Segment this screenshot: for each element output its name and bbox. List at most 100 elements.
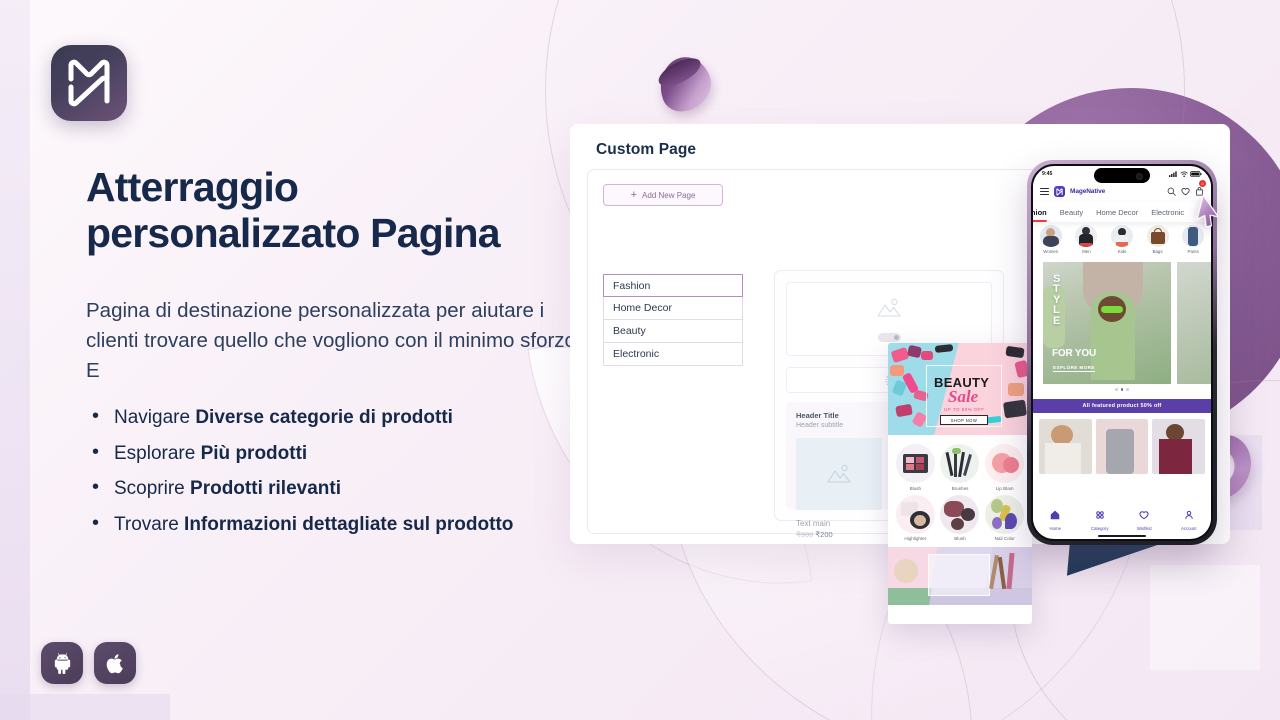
android-icon [54,652,70,674]
product-card[interactable] [1152,419,1206,474]
hero-for-you: FOR YOU [1052,348,1096,359]
hero-banner[interactable]: STYLE FOR YOU EXPLORE MORE [1043,262,1171,384]
category-item-fashion[interactable]: Fashion [603,274,743,297]
bullet-plain: Navigare [114,407,196,428]
nav-label: Account [1180,526,1197,531]
apple-icon [106,653,123,673]
bullet-plain: Trovare [114,513,185,535]
list-item[interactable]: Blush [939,494,982,541]
bullet-plain: Esplorare [114,442,201,464]
plus-icon: + [630,188,638,201]
admin-page-title: Custom Page [596,141,697,158]
phone-mockup: 9:45 MageNative 0 Women Men Kids Bags Pa… [1027,160,1217,545]
android-badge[interactable] [41,642,83,684]
page-title: Atterraggio personalizzato Pagina [86,164,646,257]
dot-active[interactable] [1120,388,1124,391]
beauty-footer-banner[interactable] [888,547,1032,605]
list-item: Navigare Diverse categorie di prodotti [88,406,648,428]
product-card[interactable] [1095,419,1149,474]
promo-strip[interactable]: All featured product 50% off [1033,399,1211,413]
bottom-nav-account[interactable]: Account [1167,507,1212,535]
category-label: Blush [909,485,922,491]
bottom-nav-wishlist[interactable]: Wishlist [1122,507,1167,535]
product-row [1039,419,1206,474]
beauty-sale-banner[interactable]: BEAUTY Sale UP TO 50% OFF SHOP NOW [888,343,1032,435]
category-label: Bags [1152,249,1163,254]
product-card[interactable] [1039,419,1092,474]
apple-badge[interactable] [94,642,136,684]
list-item: Scoprire Prodotti rilevanti [88,477,648,499]
app-logo-icon [1054,186,1065,197]
hero-vertical-text: STYLE [1053,273,1061,327]
bottom-nav-category[interactable]: Category [1078,507,1123,535]
bullet-bold: Più prodotti [200,442,308,464]
grid-icon [1095,511,1104,519]
heart-icon[interactable] [1181,187,1190,196]
heart-icon [1139,511,1149,520]
list-item[interactable]: Women [1036,225,1066,260]
list-item[interactable]: Blush [894,444,937,491]
feature-bullet-list: Navigare Diverse categorie di prodotti E… [88,406,648,550]
shop-now-button[interactable]: SHOP NOW [940,415,988,425]
category-label: Pants [1187,249,1199,254]
dome-3d-shape [652,48,718,120]
category-item-beauty[interactable]: Beauty [603,320,743,343]
app-name: MageNative [1070,188,1106,195]
category-list: Fashion Home Decor Beauty Electronic [603,274,743,366]
phone-screen: 9:45 MageNative 0 Women Men Kids Bags Pa… [1031,164,1213,541]
category-label: Kids [1117,249,1127,254]
product-thumb [895,444,935,483]
category-item-home-decor[interactable]: Home Decor [603,297,743,320]
avatar [1039,225,1062,247]
list-item[interactable]: Brushes [939,444,982,491]
tab-beauty[interactable]: Beauty [1060,208,1083,217]
product-tile[interactable] [796,438,882,510]
list-item[interactable]: Nail Color [983,494,1026,541]
product-thumb [985,444,1025,483]
avatar [1110,225,1133,247]
nav-label: Home [1049,526,1061,531]
hero-banner-next[interactable] [1177,262,1211,384]
list-item[interactable]: Lip Blam [983,444,1026,491]
cart-count-badge: 0 [1199,179,1206,187]
category-tabbar: Fashion Beauty Home Decor Electronic [1033,202,1211,222]
nav-label: Wishlist [1136,526,1152,531]
category-label: Blush [954,536,966,541]
tab-fashion[interactable]: Fashion [1033,208,1047,222]
search-icon[interactable] [1167,187,1176,196]
magenative-logo [51,45,127,121]
category-avatars-strip: Women Men Kids Bags Pants [1033,222,1211,260]
carousel-dots[interactable] [1033,388,1211,391]
beauty-preview-panel: BEAUTY Sale UP TO 50% OFF SHOP NOW Blush [888,343,1032,624]
avatar [1146,225,1169,247]
price-old: ₹300 [796,530,814,539]
status-icons [1168,170,1202,177]
headline-line-1: Atterraggio [86,164,299,210]
category-item-electronic[interactable]: Electronic [603,343,743,366]
tab-home-decor[interactable]: Home Decor [1096,208,1138,217]
category-label: Brushes [951,485,969,491]
dot[interactable] [1115,388,1118,391]
list-item[interactable]: Kids [1107,225,1137,260]
menu-icon[interactable] [1040,187,1049,196]
beauty-category-grid: Blush Brushes Lip Blam Highlighter Blush… [888,435,1032,547]
category-label: Highlighter [904,536,927,541]
visibility-toggle[interactable] [877,332,901,342]
dynamic-island [1094,168,1150,183]
bullet-bold: Diverse categorie di prodotti [195,407,453,428]
dot[interactable] [1126,388,1129,391]
add-new-page-button[interactable]: + Add New Page [603,184,723,206]
bottom-nav-home[interactable]: Home [1033,507,1078,535]
bullet-plain: Scoprire [114,478,191,499]
app-header: MageNative 0 [1033,179,1211,202]
bullet-bold: Prodotti rilevanti [190,478,341,499]
tab-electronic[interactable]: Electronic [1151,208,1184,217]
explore-more-button[interactable]: EXPLORE MORE [1053,365,1095,372]
list-item[interactable]: Highlighter [894,494,937,541]
product-thumb [985,494,1025,534]
list-item[interactable]: Bags [1143,225,1173,260]
list-item[interactable]: Pants [1178,225,1208,260]
category-label: Men [1082,249,1091,254]
list-item[interactable]: Men [1071,225,1101,260]
bullet-bold: Informazioni dettagliate sul prodotto [184,513,514,535]
